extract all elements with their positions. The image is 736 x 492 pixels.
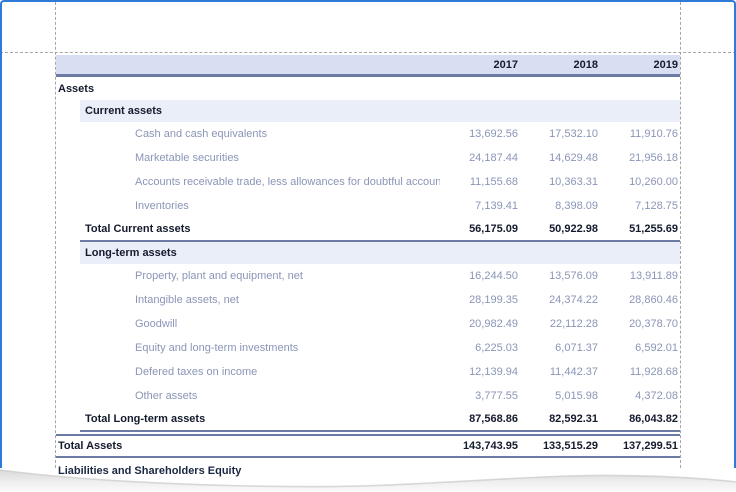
- value-2018: 5,015.98: [520, 390, 600, 402]
- column-header-2019: 2019: [600, 59, 680, 71]
- value-2018: 13,576.09: [520, 270, 600, 282]
- value-2017: 16,244.50: [440, 270, 520, 282]
- value-2017: 20,982.49: [440, 318, 520, 330]
- row-label: Assets: [56, 83, 680, 95]
- value-2019: 6,592.01: [600, 342, 680, 354]
- value-2017: 28,199.35: [440, 294, 520, 306]
- row-label: Long-term assets: [80, 247, 680, 259]
- row-label: Marketable securities: [56, 152, 440, 164]
- value-2019: 28,860.46: [600, 294, 680, 306]
- row-label: Current assets: [80, 105, 680, 117]
- column-header-2017: 2017: [440, 59, 520, 71]
- value-2019: 86,043.82: [600, 413, 680, 425]
- margin-guide-top: [0, 52, 736, 53]
- table-row-long-term-assets: Long-term assets: [80, 242, 680, 264]
- table-row-goodwill: Goodwill20,982.4922,112.2820,378.70: [56, 312, 680, 336]
- value-2019: 11,910.76: [600, 128, 680, 140]
- value-2019: 4,372.08: [600, 390, 680, 402]
- value-2017: 11,155.68: [440, 176, 520, 188]
- value-2019: 10,260.00: [600, 176, 680, 188]
- value-2018: 11,442.37: [520, 366, 600, 378]
- table-row-assets: Assets: [56, 77, 680, 100]
- value-2019: 137,299.51: [600, 440, 680, 452]
- value-2018: 82,592.31: [520, 413, 600, 425]
- table-row-equity-and-long-term-investments: Equity and long-term investments6,225.03…: [56, 336, 680, 360]
- row-label: Property, plant and equipment, net: [56, 270, 440, 282]
- table-row-intangible-assets-net: Intangible assets, net28,199.3524,374.22…: [56, 288, 680, 312]
- table-row-total-assets: Total Assets143,743.95133,515.29137,299.…: [56, 434, 680, 458]
- value-2018: 10,363.31: [520, 176, 600, 188]
- row-label: Intangible assets, net: [56, 294, 440, 306]
- value-2019: 51,255.69: [600, 223, 680, 235]
- value-2018: 6,071.37: [520, 342, 600, 354]
- column-header-2018: 2018: [520, 59, 600, 71]
- value-2018: 14,629.48: [520, 152, 600, 164]
- table-row-total-current-assets: Total Current assets56,175.0950,922.9851…: [80, 218, 680, 242]
- row-label: Inventories: [56, 200, 440, 212]
- value-2017: 24,187.44: [440, 152, 520, 164]
- value-2019: 7,128.75: [600, 200, 680, 212]
- table-row-property-plant-and-equipment-net: Property, plant and equipment, net16,244…: [56, 264, 680, 288]
- value-2019: 21,956.18: [600, 152, 680, 164]
- value-2017: 87,568.86: [440, 413, 520, 425]
- value-2019: 13,911.89: [600, 270, 680, 282]
- table-row-marketable-securities: Marketable securities24,187.4414,629.482…: [56, 146, 680, 170]
- table-row-accounts-receivable-trade-less-allowances-for-doubtful-accoun: Accounts receivable trade, less allowanc…: [56, 170, 680, 194]
- row-label: Goodwill: [56, 318, 440, 330]
- value-2017: 56,175.09: [440, 223, 520, 235]
- value-2017: 12,139.94: [440, 366, 520, 378]
- report-preview-window: 2017 2018 2019 Assets Current assets Cash …: [0, 0, 736, 492]
- value-2018: 22,112.28: [520, 318, 600, 330]
- row-label: Defered taxes on income: [56, 366, 440, 378]
- value-2018: 50,922.98: [520, 223, 600, 235]
- value-2017: 3,777.55: [440, 390, 520, 402]
- table-row-current-assets: Current assets: [80, 100, 680, 122]
- table-row-total-long-term-assets: Total Long-term assets87,568.8682,592.31…: [80, 408, 680, 432]
- table-row-liabilities-and-shareholders-equity: Liabilities and Shareholders Equity: [56, 461, 680, 481]
- value-2018: 8,398.09: [520, 200, 600, 212]
- value-2017: 7,139.41: [440, 200, 520, 212]
- value-2017: 13,692.56: [440, 128, 520, 140]
- value-2018: 17,532.10: [520, 128, 600, 140]
- row-label: Total Current assets: [80, 223, 440, 235]
- value-2019: 20,378.70: [600, 318, 680, 330]
- table-row-inventories: Inventories7,139.418,398.097,128.75: [56, 194, 680, 218]
- row-label: Cash and cash equivalents: [56, 128, 440, 140]
- row-label: Liabilities and Shareholders Equity: [56, 465, 680, 477]
- table-row-defered-taxes-on-income: Defered taxes on income12,139.9411,442.3…: [56, 360, 680, 384]
- report-rows: Assets Current assets Cash and cash equiva…: [56, 77, 680, 481]
- row-label: Equity and long-term investments: [56, 342, 440, 354]
- table-row-cash-and-cash-equivalents: Cash and cash equivalents13,692.5617,532…: [56, 122, 680, 146]
- row-label: Total Long-term assets: [80, 413, 440, 425]
- value-2019: 11,928.68: [600, 366, 680, 378]
- balance-sheet-report: 2017 2018 2019 Assets Current assets Cash …: [56, 55, 680, 481]
- value-2017: 143,743.95: [440, 440, 520, 452]
- row-label: Other assets: [56, 390, 440, 402]
- value-2018: 133,515.29: [520, 440, 600, 452]
- value-2018: 24,374.22: [520, 294, 600, 306]
- row-label: Accounts receivable trade, less allowanc…: [56, 176, 440, 188]
- column-header-band: 2017 2018 2019: [56, 55, 680, 77]
- margin-guide-right: [680, 2, 681, 468]
- value-2017: 6,225.03: [440, 342, 520, 354]
- row-label: Total Assets: [56, 440, 440, 452]
- table-row-other-assets: Other assets3,777.555,015.984,372.08: [56, 384, 680, 408]
